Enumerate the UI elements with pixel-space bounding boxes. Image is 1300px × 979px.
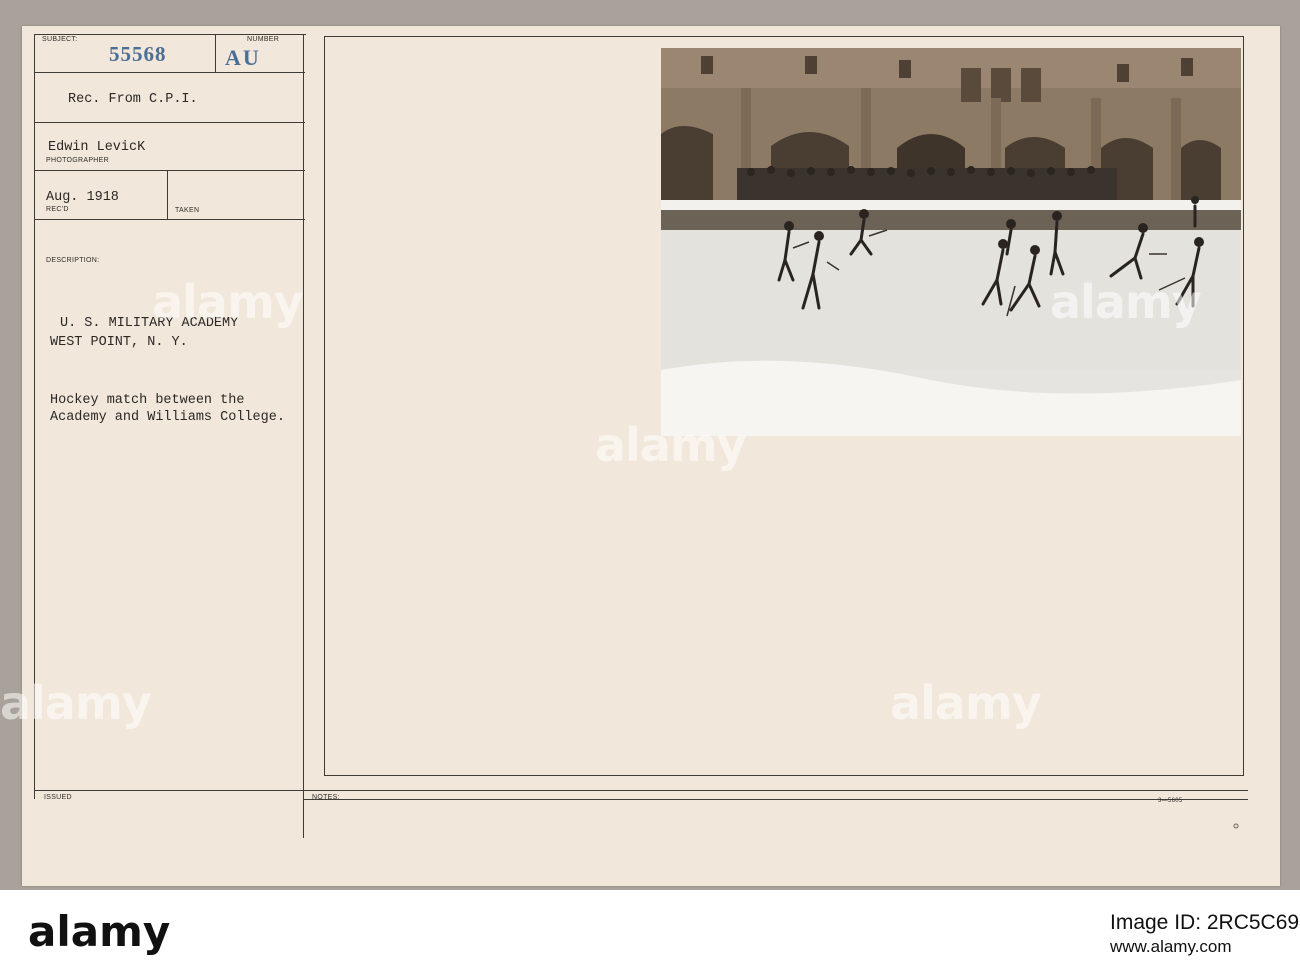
left-panel-border-top [34,34,306,35]
right-panel-border-top [324,36,1244,37]
footer-bar [0,890,1300,979]
number-label: NUMBER [247,36,280,43]
description-line-2: WEST POINT, N. Y. [50,335,188,350]
brand-logo[interactable]: alamy [28,907,170,956]
recd-label: REC'D [46,206,69,213]
right-panel-border-bottom [324,775,1244,776]
photo-scene [661,48,1241,436]
right-panel-border-right [1243,36,1244,776]
date-received: Aug. 1918 [46,190,119,205]
description-label: DESCRIPTION: [46,257,100,264]
notes-rule [304,799,1248,800]
row-divider-1 [34,72,305,73]
row-divider-2 [34,122,305,123]
caption-line-2: Academy and Williams College. [50,410,285,425]
row-divider-4 [34,219,305,220]
left-panel-divider-vertical [303,34,304,838]
caption-line-1: Hockey match between the [50,393,245,408]
fastener-mark [1233,823,1239,829]
date-divider [167,170,168,219]
row-divider-3 [34,170,305,171]
form-code: 3—5605 [1158,798,1183,804]
subject-number: 55568 [109,42,167,66]
watermark-5: alamy [890,676,1042,730]
right-panel-border-left [324,36,325,776]
site-url[interactable]: www.alamy.com [1110,937,1232,957]
number-code: AU [225,45,261,70]
watermark-4: alamy [0,676,152,730]
notes-label: NOTES: [312,794,340,801]
hockey-match-photograph [661,48,1241,436]
photographer-label: PHOTOGRAPHER [46,157,109,164]
subject-number-divider [215,34,216,72]
watermark-3: alamy [1050,275,1202,329]
image-id: Image ID: 2RC5C69 [1110,911,1300,934]
bottom-rule [34,790,1248,791]
watermark-1: alamy [152,275,304,329]
photographer-name: Edwin LevicK [48,140,146,155]
issued-label: ISSUED [44,794,72,801]
received-from: Rec. From C.P.I. [68,92,198,107]
taken-label: TAKEN [175,207,200,214]
watermark-2: alamy [595,418,747,472]
subject-label: SUBJECT: [42,36,78,43]
